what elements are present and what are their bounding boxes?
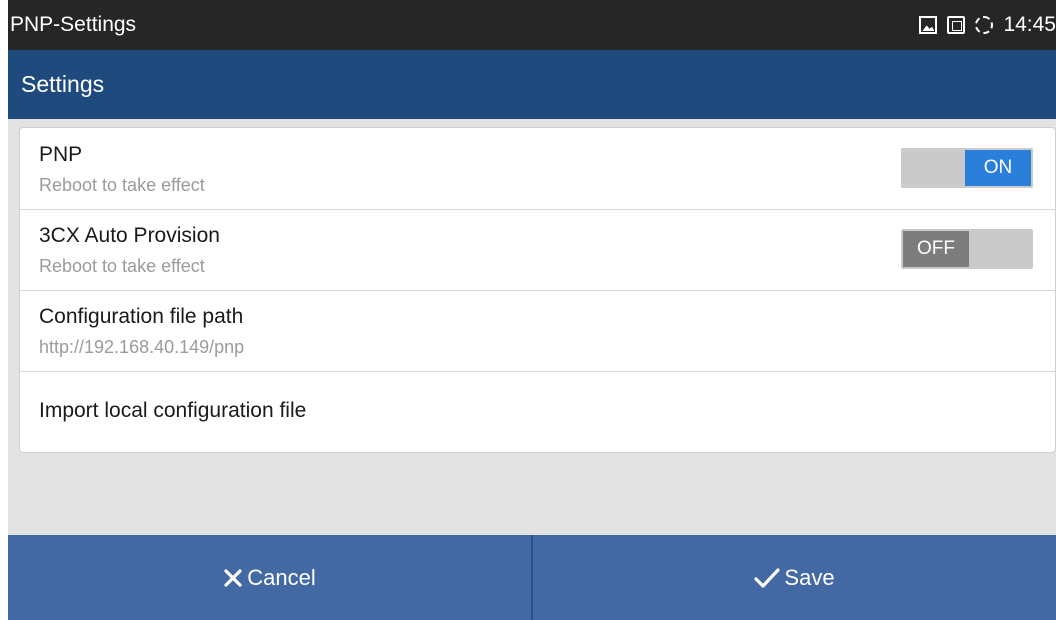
status-icons: 14:45	[919, 0, 1056, 50]
status-bar: PNP-Settings 14:45	[8, 0, 1056, 50]
clock: 14:45	[1003, 13, 1056, 36]
setting-import-local-config[interactable]: Import local configuration file	[20, 371, 1055, 453]
settings-list: PNP Reboot to take effect ON 3CX Auto Pr…	[19, 127, 1056, 453]
setting-config-file-path[interactable]: Configuration file path http://192.168.4…	[20, 290, 1055, 372]
setting-subtitle: Reboot to take effect	[39, 256, 205, 276]
pnp-toggle[interactable]: ON	[901, 148, 1033, 188]
sim-card-icon	[947, 16, 966, 34]
setting-title: 3CX Auto Provision	[39, 224, 220, 247]
sync-icon	[975, 16, 994, 34]
app-screen: PNP-Settings 14:45 Settings PNP Reboot t…	[8, 0, 1056, 620]
toggle-on-label: ON	[965, 150, 1031, 186]
save-button[interactable]: Save	[533, 535, 1056, 620]
image-icon	[919, 16, 938, 34]
app-name: PNP-Settings	[10, 13, 137, 36]
save-label: Save	[784, 564, 835, 590]
3cx-auto-provision-toggle[interactable]: OFF	[901, 229, 1033, 269]
action-bar: Settings	[8, 50, 1056, 119]
setting-3cx-auto-provision[interactable]: 3CX Auto Provision Reboot to take effect…	[20, 209, 1055, 291]
setting-title: Configuration file path	[39, 305, 244, 328]
setting-title: Import local configuration file	[39, 399, 307, 422]
setting-subtitle: http://192.168.40.149/pnp	[39, 337, 245, 357]
setting-title: PNP	[39, 143, 83, 166]
setting-subtitle: Reboot to take effect	[39, 175, 205, 195]
toggle-off-label: OFF	[903, 231, 969, 267]
page-title: Settings	[21, 71, 105, 97]
setting-pnp[interactable]: PNP Reboot to take effect ON	[20, 128, 1055, 210]
bottom-action-bar: Cancel Save	[8, 535, 1056, 620]
cancel-button[interactable]: Cancel	[8, 535, 531, 620]
cancel-label: Cancel	[247, 564, 316, 590]
checkmark-icon	[754, 567, 781, 588]
close-icon	[223, 568, 243, 588]
